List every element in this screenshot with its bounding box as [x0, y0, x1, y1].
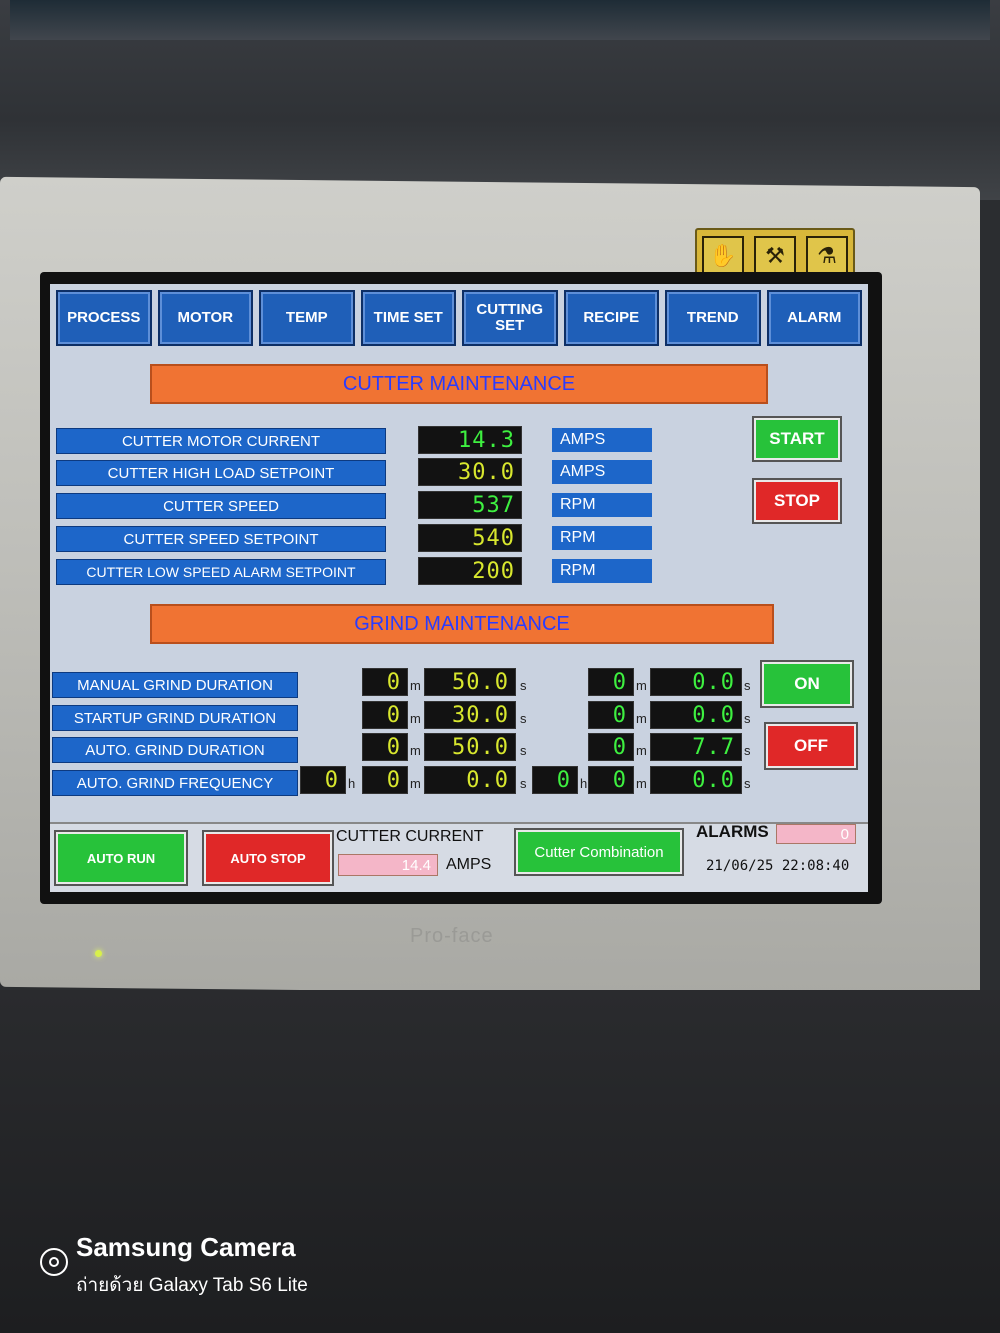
minutes-suffix: m	[410, 678, 421, 693]
startup-grind-set-minutes[interactable]: 0	[362, 701, 408, 729]
power-led	[95, 950, 102, 957]
cutter-high-load-setpoint-value[interactable]: 30.0	[418, 458, 522, 486]
startup-grind-duration-label: STARTUP GRIND DURATION	[52, 705, 298, 731]
tab-process[interactable]: PROCESS	[56, 290, 152, 346]
grind-on-button[interactable]: ON	[762, 662, 852, 706]
no-touch-icon: ✋	[702, 236, 744, 276]
status-bar: AUTO RUN AUTO STOP CUTTER CURRENT 14.4 A…	[50, 822, 868, 892]
cutter-maintenance-title: CUTTER MAINTENANCE	[150, 364, 768, 404]
cutter-motor-current-value: 14.3	[418, 426, 522, 454]
watermark-subtitle: ถ่ายด้วย Galaxy Tab S6 Lite	[76, 1275, 308, 1296]
tab-cutting-set[interactable]: CUTTING SET	[462, 290, 558, 346]
cutter-low-speed-alarm-setpoint-unit: RPM	[552, 559, 652, 583]
cutter-current-unit: AMPS	[446, 856, 492, 873]
seconds-suffix: s	[744, 776, 751, 791]
brand-label: Pro-face	[410, 925, 494, 947]
alarms-count[interactable]: 0	[776, 824, 856, 844]
alarms-label: ALARMS	[696, 822, 769, 841]
seconds-suffix: s	[744, 678, 751, 693]
datetime-display: 21/06/25 22:08:40	[706, 858, 850, 874]
minutes-suffix: m	[410, 711, 421, 726]
minutes-suffix: m	[410, 743, 421, 758]
auto-grind-freq-act-hours: 0	[532, 766, 578, 794]
manual-grind-set-minutes[interactable]: 0	[362, 668, 408, 696]
seconds-suffix: s	[520, 743, 527, 758]
seconds-suffix: s	[520, 776, 527, 791]
manual-grind-duration-label: MANUAL GRIND DURATION	[52, 672, 298, 698]
auto-grind-frequency-label: AUTO. GRIND FREQUENCY	[52, 770, 298, 796]
auto-grind-freq-set-hours[interactable]: 0	[300, 766, 346, 794]
minutes-suffix: m	[636, 776, 647, 791]
startup-grind-set-seconds[interactable]: 30.0	[424, 701, 516, 729]
startup-grind-act-minutes: 0	[588, 701, 634, 729]
cutter-speed-label: CUTTER SPEED	[56, 493, 386, 519]
manual-grind-act-minutes: 0	[588, 668, 634, 696]
cutter-speed-value: 537	[418, 491, 522, 519]
seconds-suffix: s	[520, 711, 527, 726]
cutter-stop-button[interactable]: STOP	[754, 480, 840, 522]
seconds-suffix: s	[520, 678, 527, 693]
minutes-suffix: m	[410, 776, 421, 791]
cutter-motor-current-label: CUTTER MOTOR CURRENT	[56, 428, 386, 454]
cutter-high-load-setpoint-label: CUTTER HIGH LOAD SETPOINT	[56, 460, 386, 486]
no-tool-icon: ⚒	[754, 236, 796, 276]
hours-suffix: h	[348, 776, 356, 791]
auto-stop-button[interactable]: AUTO STOP	[204, 832, 332, 884]
cutter-combination-button[interactable]: Cutter Combination	[516, 830, 682, 874]
auto-grind-freq-set-minutes[interactable]: 0	[362, 766, 408, 794]
startup-grind-act-seconds: 0.0	[650, 701, 742, 729]
camera-icon	[40, 1248, 68, 1276]
watermark-title: Samsung Camera	[76, 1232, 296, 1262]
cutter-speed-setpoint-value[interactable]: 540	[418, 524, 522, 552]
grind-off-button[interactable]: OFF	[766, 724, 856, 768]
manual-grind-act-seconds: 0.0	[650, 668, 742, 696]
auto-grind-act-minutes: 0	[588, 733, 634, 761]
cutter-speed-setpoint-label: CUTTER SPEED SETPOINT	[56, 526, 386, 552]
seconds-suffix: s	[744, 743, 751, 758]
tab-alarm[interactable]: ALARM	[766, 290, 862, 346]
cutter-high-load-setpoint-unit: AMPS	[552, 460, 652, 484]
hmi-panel: PROCESS MOTOR TEMP TIME SET CUTTING SET …	[50, 284, 868, 892]
tab-recipe[interactable]: RECIPE	[563, 290, 659, 346]
grind-maintenance-title: GRIND MAINTENANCE	[150, 604, 774, 644]
auto-grind-freq-act-minutes: 0	[588, 766, 634, 794]
cutter-speed-unit: RPM	[552, 493, 652, 517]
auto-run-button[interactable]: AUTO RUN	[56, 832, 186, 884]
auto-grind-duration-label: AUTO. GRIND DURATION	[52, 737, 298, 763]
cutter-current-label: CUTTER CURRENT	[336, 828, 484, 845]
tab-trend[interactable]: TREND	[665, 290, 761, 346]
cutter-low-speed-alarm-setpoint-label: CUTTER LOW SPEED ALARM SETPOINT	[56, 559, 386, 585]
auto-grind-set-minutes[interactable]: 0	[362, 733, 408, 761]
cutter-current-value: 14.4	[338, 854, 438, 876]
ceiling	[10, 0, 990, 40]
auto-grind-freq-set-seconds[interactable]: 0.0	[424, 766, 516, 794]
auto-grind-set-seconds[interactable]: 50.0	[424, 733, 516, 761]
tab-bar: PROCESS MOTOR TEMP TIME SET CUTTING SET …	[56, 290, 862, 346]
hours-suffix: h	[580, 776, 588, 791]
cutter-motor-current-unit: AMPS	[552, 428, 652, 452]
no-chemical-icon: ⚗	[806, 236, 848, 276]
cutter-low-speed-alarm-setpoint-value[interactable]: 200	[418, 557, 522, 585]
minutes-suffix: m	[636, 711, 647, 726]
manual-grind-set-seconds[interactable]: 50.0	[424, 668, 516, 696]
tab-temp[interactable]: TEMP	[259, 290, 355, 346]
hmi-screen: PROCESS MOTOR TEMP TIME SET CUTTING SET …	[40, 272, 882, 904]
minutes-suffix: m	[636, 678, 647, 693]
auto-grind-act-seconds: 7.7	[650, 733, 742, 761]
cutter-speed-setpoint-unit: RPM	[552, 526, 652, 550]
minutes-suffix: m	[636, 743, 647, 758]
seconds-suffix: s	[744, 711, 751, 726]
tab-time-set[interactable]: TIME SET	[360, 290, 456, 346]
cutter-start-button[interactable]: START	[754, 418, 840, 460]
tab-motor[interactable]: MOTOR	[157, 290, 253, 346]
auto-grind-freq-act-seconds: 0.0	[650, 766, 742, 794]
